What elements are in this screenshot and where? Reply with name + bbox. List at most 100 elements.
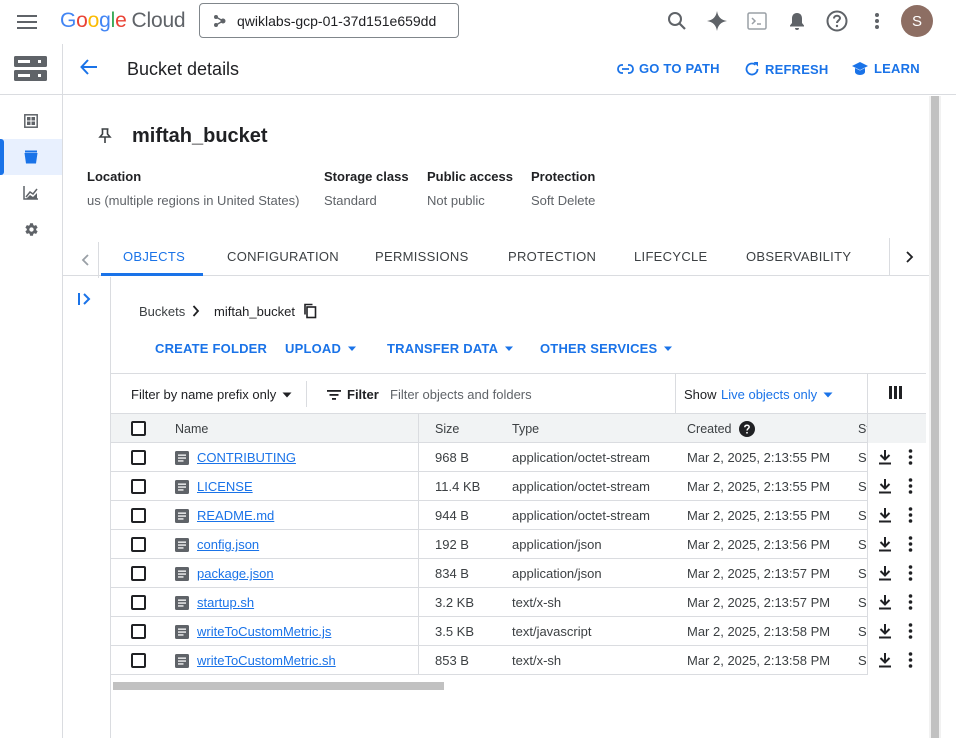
object-name-link[interactable]: startup.sh xyxy=(197,595,254,610)
main-menu-icon[interactable] xyxy=(14,9,40,35)
meta-location-value: us (multiple regions in United States) xyxy=(87,193,300,208)
account-avatar[interactable]: S xyxy=(901,5,933,37)
tab-lifecycle[interactable]: LIFECYCLE xyxy=(634,249,708,264)
row-checkbox[interactable] xyxy=(131,450,146,465)
column-display-icon[interactable] xyxy=(889,386,902,399)
learn-button[interactable]: LEARN xyxy=(851,61,920,76)
more-vert-icon[interactable] xyxy=(908,507,913,523)
object-name-link[interactable]: LICENSE xyxy=(197,479,253,494)
table-row[interactable]: startup.sh 3.2 KB text/x-sh Mar 2, 2025,… xyxy=(111,588,926,617)
school-cap-icon xyxy=(851,61,869,76)
object-created: Mar 2, 2025, 2:13:55 PM xyxy=(687,450,831,465)
table-row[interactable]: CONTRIBUTING 968 B application/octet-str… xyxy=(111,443,926,472)
refresh-label: REFRESH xyxy=(765,61,829,77)
object-name-link[interactable]: writeToCustomMetric.js xyxy=(197,624,331,639)
more-vert-icon[interactable] xyxy=(908,449,913,465)
table-row[interactable]: writeToCustomMetric.sh 853 B text/x-sh M… xyxy=(111,646,926,675)
more-vert-icon[interactable] xyxy=(908,623,913,639)
tab-scroll-left-icon[interactable] xyxy=(71,242,99,278)
row-checkbox[interactable] xyxy=(131,508,146,523)
object-name-link[interactable]: CONTRIBUTING xyxy=(197,450,296,465)
upload-button[interactable]: UPLOAD xyxy=(285,341,357,356)
download-icon[interactable] xyxy=(878,507,892,523)
table-row[interactable]: LICENSE 11.4 KB application/octet-stream… xyxy=(111,472,926,501)
row-checkbox[interactable] xyxy=(131,595,146,610)
pin-icon[interactable] xyxy=(98,128,112,144)
table-row[interactable]: config.json 192 B application/json Mar 2… xyxy=(111,530,926,559)
row-name-cell: README.md xyxy=(175,501,419,530)
row-checkbox[interactable] xyxy=(131,479,146,494)
tab-scroll-right-icon[interactable] xyxy=(889,238,929,275)
create-folder-button[interactable]: CREATE FOLDER xyxy=(155,341,267,356)
header-name[interactable]: Name xyxy=(175,414,419,443)
tab-configuration[interactable]: CONFIGURATION xyxy=(227,249,339,264)
horizontal-scrollbar-thumb[interactable] xyxy=(113,682,444,690)
tab-observability[interactable]: OBSERVABILITY xyxy=(746,249,851,264)
table-row[interactable]: package.json 834 B application/json Mar … xyxy=(111,559,926,588)
other-services-button[interactable]: OTHER SERVICES xyxy=(540,341,673,356)
tab-objects[interactable]: OBJECTS xyxy=(123,249,185,264)
rail-buckets-icon[interactable] xyxy=(0,139,62,175)
object-name-link[interactable]: config.json xyxy=(197,537,259,552)
download-icon[interactable] xyxy=(878,449,892,465)
row-checkbox[interactable] xyxy=(131,653,146,668)
more-vert-icon[interactable] xyxy=(908,536,913,552)
rail-monitoring-icon[interactable] xyxy=(0,175,62,211)
more-vert-icon[interactable] xyxy=(908,652,913,668)
object-name-link[interactable]: writeToCustomMetric.sh xyxy=(197,653,336,668)
filter-objects-input[interactable] xyxy=(390,383,670,405)
object-name-link[interactable]: README.md xyxy=(197,508,274,523)
rail-settings-gear-icon[interactable] xyxy=(0,211,62,247)
copy-icon[interactable] xyxy=(303,303,317,319)
breadcrumb-chevron-icon xyxy=(192,304,200,318)
row-checkbox[interactable] xyxy=(131,537,146,552)
header-size[interactable]: Size xyxy=(435,414,505,443)
header-created-cell[interactable]: Created xyxy=(687,414,857,443)
row-checkbox[interactable] xyxy=(131,624,146,639)
download-icon[interactable] xyxy=(878,594,892,610)
google-cloud-logo[interactable]: Google Cloud xyxy=(60,9,186,33)
cloud-storage-product-icon[interactable] xyxy=(14,56,47,82)
project-icon xyxy=(212,13,228,29)
more-vert-icon[interactable] xyxy=(908,478,913,494)
object-type: application/json xyxy=(512,566,602,581)
tab-permissions[interactable]: PERMISSIONS xyxy=(375,249,469,264)
transfer-data-button[interactable]: TRANSFER DATA xyxy=(387,341,514,356)
gemini-sparkle-icon[interactable] xyxy=(705,9,729,33)
search-icon[interactable] xyxy=(665,9,689,33)
help-circle-icon[interactable] xyxy=(739,420,756,437)
object-size: 192 B xyxy=(435,537,469,552)
more-vert-icon[interactable] xyxy=(865,9,889,33)
download-icon[interactable] xyxy=(878,652,892,668)
download-icon[interactable] xyxy=(878,565,892,581)
more-vert-icon[interactable] xyxy=(908,594,913,610)
filter-type-dropdown[interactable]: Filter by name prefix only xyxy=(131,387,292,402)
select-all-checkbox[interactable] xyxy=(131,421,146,436)
refresh-button[interactable]: REFRESH xyxy=(744,61,829,77)
breadcrumb-buckets-link[interactable]: Buckets xyxy=(139,304,185,319)
back-arrow-icon[interactable] xyxy=(79,57,99,77)
table-row[interactable]: README.md 944 B application/octet-stream… xyxy=(111,501,926,530)
link-icon xyxy=(617,63,634,74)
download-icon[interactable] xyxy=(878,478,892,494)
rail-overview-icon[interactable] xyxy=(0,103,62,139)
download-icon[interactable] xyxy=(878,623,892,639)
go-to-path-button[interactable]: GO TO PATH xyxy=(617,61,720,76)
cloud-shell-icon[interactable] xyxy=(745,9,769,33)
other-services-label: OTHER SERVICES xyxy=(540,341,658,356)
help-icon[interactable] xyxy=(825,9,849,33)
column-divider xyxy=(418,414,419,443)
show-objects-dropdown[interactable]: Live objects only xyxy=(721,387,833,402)
vertical-scrollbar-thumb[interactable] xyxy=(931,96,939,738)
download-icon[interactable] xyxy=(878,536,892,552)
table-row[interactable]: writeToCustomMetric.js 3.5 KB text/javas… xyxy=(111,617,926,646)
object-name-link[interactable]: package.json xyxy=(197,566,274,581)
expand-panel-icon[interactable] xyxy=(77,291,93,307)
project-picker[interactable]: qwiklabs-gcp-01-37d151e659dd xyxy=(199,3,459,38)
header-type[interactable]: Type xyxy=(512,414,682,443)
column-divider xyxy=(418,588,419,617)
more-vert-icon[interactable] xyxy=(908,565,913,581)
notifications-bell-icon[interactable] xyxy=(785,9,809,33)
tab-protection[interactable]: PROTECTION xyxy=(508,249,596,264)
row-checkbox[interactable] xyxy=(131,566,146,581)
